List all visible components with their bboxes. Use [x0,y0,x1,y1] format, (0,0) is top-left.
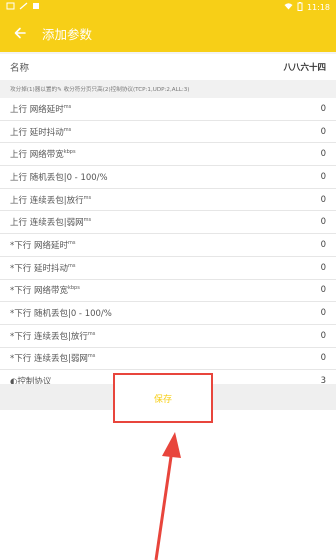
red-arrow-annotation [154,432,181,560]
